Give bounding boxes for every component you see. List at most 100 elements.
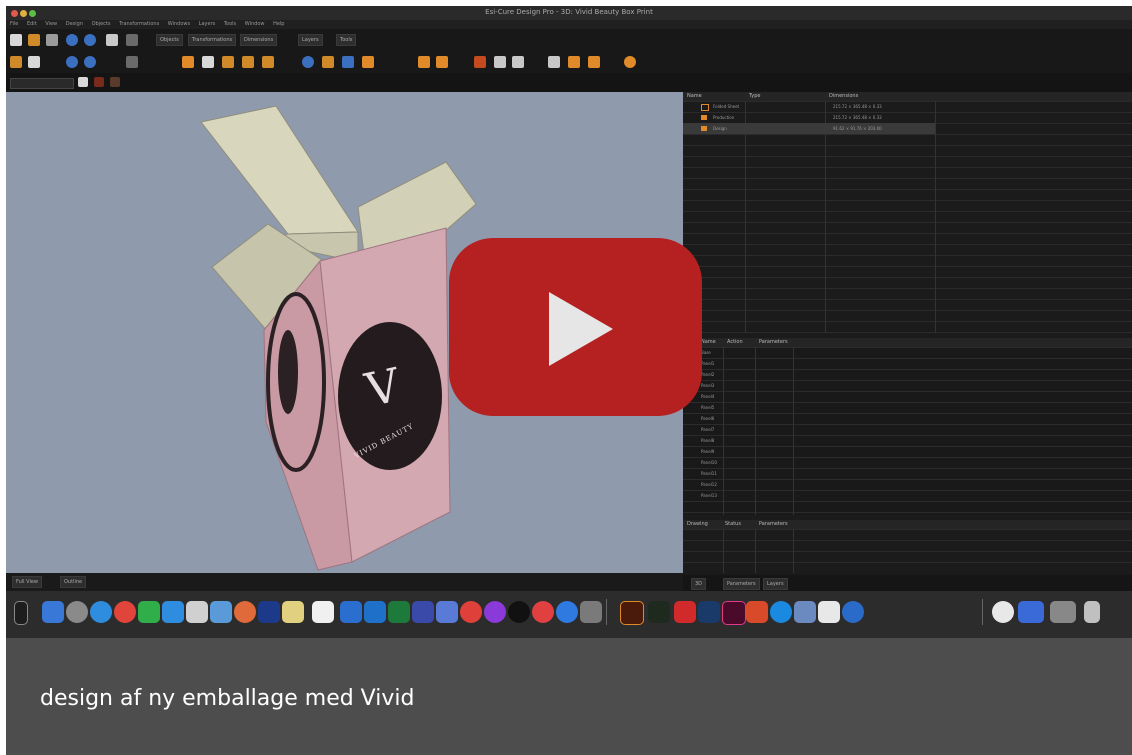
undo-icon[interactable] xyxy=(126,34,138,46)
col-name[interactable]: Name xyxy=(701,338,716,347)
step-back-icon[interactable] xyxy=(568,56,580,68)
menu-window[interactable]: Window xyxy=(245,21,265,27)
zoom2-icon[interactable] xyxy=(794,601,816,623)
col-type[interactable]: Type xyxy=(749,92,760,101)
facetime-icon[interactable] xyxy=(114,601,136,623)
menu-layers[interactable]: Layers xyxy=(199,21,216,27)
light-icon[interactable] xyxy=(624,56,636,68)
tab-parameters[interactable]: Parameters xyxy=(723,578,760,590)
list-item[interactable]: Panel1 xyxy=(701,361,714,366)
preview-icon[interactable] xyxy=(722,601,746,625)
tab-transformations[interactable]: Transformations xyxy=(188,34,237,46)
list-item[interactable]: Panel9 xyxy=(701,449,714,454)
zoom-window-icon[interactable] xyxy=(84,56,96,68)
stroke-swatch-icon[interactable] xyxy=(94,77,104,87)
menu-view[interactable]: View xyxy=(45,21,57,27)
maps-icon[interactable] xyxy=(162,601,184,623)
zoom-in-icon[interactable] xyxy=(66,34,78,46)
save-icon[interactable] xyxy=(46,34,58,46)
menu-edit[interactable]: Edit xyxy=(27,21,37,27)
video-thumbnail[interactable]: Esi-Cure Design Pro - 3D: Vivid Beauty B… xyxy=(6,6,1132,638)
menu-design[interactable]: Design xyxy=(66,21,83,27)
color-swatch-icon[interactable] xyxy=(78,77,88,87)
tab-layers[interactable]: Layers xyxy=(298,34,323,46)
appstore-icon[interactable] xyxy=(484,601,506,623)
finder-window-icon[interactable] xyxy=(1050,601,1076,623)
quicktime-icon[interactable] xyxy=(770,601,792,623)
col-parameters[interactable]: Parameters xyxy=(759,520,788,529)
measure-icon[interactable] xyxy=(242,56,254,68)
video-caption[interactable]: design af ny emballage med Vivid xyxy=(40,686,414,711)
list-item[interactable]: Panel13 xyxy=(701,493,717,498)
tab-objects[interactable]: Objects xyxy=(156,34,183,46)
trash-icon[interactable] xyxy=(1084,601,1100,623)
animation-icon[interactable] xyxy=(474,56,486,68)
open-folder-icon[interactable] xyxy=(28,34,40,46)
podcasts-icon[interactable] xyxy=(412,601,434,623)
tab-full-view[interactable]: Full View xyxy=(12,576,43,588)
rotate-icon[interactable] xyxy=(302,56,314,68)
menu-transformations[interactable]: Transformations xyxy=(119,21,159,27)
illustrator-icon[interactable] xyxy=(532,601,554,623)
col-parameters[interactable]: Parameters xyxy=(759,338,788,347)
menu-windows[interactable]: Windows xyxy=(168,21,190,27)
tab-layers-panel[interactable]: Layers xyxy=(763,578,788,590)
play-animation-icon[interactable] xyxy=(494,56,506,68)
calendar-icon[interactable] xyxy=(282,601,304,623)
terminal-icon[interactable] xyxy=(556,601,578,623)
menu-tools[interactable]: Tools xyxy=(224,21,236,27)
zoom-out-icon[interactable] xyxy=(66,56,78,68)
zoom-icon[interactable] xyxy=(746,601,768,623)
messages-icon[interactable] xyxy=(138,601,160,623)
list-item[interactable]: Panel7 xyxy=(701,427,714,432)
palette-icon[interactable] xyxy=(362,56,374,68)
rewind-icon[interactable] xyxy=(588,56,600,68)
photos-icon[interactable] xyxy=(186,601,208,623)
play-button[interactable] xyxy=(449,238,702,416)
teams-icon[interactable] xyxy=(364,601,386,623)
list-item[interactable]: Panel2 xyxy=(701,372,714,377)
powerpoint-icon[interactable] xyxy=(674,601,696,623)
list-item[interactable]: Panel12 xyxy=(701,482,717,487)
zoom-fit-icon[interactable] xyxy=(84,34,96,46)
cut-icon[interactable] xyxy=(10,56,22,68)
settings-icon[interactable] xyxy=(508,601,530,623)
list-item[interactable]: Panel4 xyxy=(701,394,714,399)
indesign-icon[interactable] xyxy=(648,601,670,623)
transform-icon[interactable] xyxy=(342,56,354,68)
safari-icon[interactable] xyxy=(66,601,88,623)
menu-objects[interactable]: Objects xyxy=(92,21,111,27)
list-item[interactable]: Panel3 xyxy=(701,383,714,388)
chrome-icon[interactable] xyxy=(90,601,112,623)
outlook-icon[interactable] xyxy=(312,601,334,623)
panel-icon[interactable] xyxy=(202,56,214,68)
redo-icon[interactable] xyxy=(126,56,138,68)
copy-icon[interactable] xyxy=(28,56,40,68)
tab-3d[interactable]: 3D xyxy=(691,578,707,590)
move-icon[interactable] xyxy=(322,56,334,68)
folder-icon[interactable] xyxy=(842,601,864,623)
list-item[interactable]: Panel11 xyxy=(701,471,717,476)
select-arrow-icon[interactable] xyxy=(106,34,118,46)
edge-icon[interactable] xyxy=(698,601,720,623)
table-row[interactable]: Production 215.72 × 365.48 × 0.33 xyxy=(683,112,935,123)
notes-icon[interactable] xyxy=(234,601,256,623)
zoom-app-icon[interactable] xyxy=(992,601,1014,623)
menu-file[interactable]: File xyxy=(10,21,18,27)
photoshop-icon[interactable] xyxy=(620,601,644,625)
excel-icon[interactable] xyxy=(340,601,362,623)
table-row-selected[interactable]: Design 91.62 × 91.76 × 203.00 xyxy=(683,123,935,134)
new-file-icon[interactable] xyxy=(10,34,22,46)
step-forward-icon[interactable] xyxy=(512,56,524,68)
keyboard-icon[interactable] xyxy=(818,601,840,623)
col-action[interactable]: Action xyxy=(727,338,743,347)
render-icon[interactable] xyxy=(418,56,430,68)
launchpad-icon[interactable] xyxy=(42,601,64,623)
col-dimensions[interactable]: Dimensions xyxy=(829,92,858,101)
tab-tools[interactable]: Tools xyxy=(336,34,357,46)
tv-icon[interactable] xyxy=(436,601,458,623)
col-drawing[interactable]: Drawing xyxy=(687,520,708,529)
list-item[interactable]: Panel10 xyxy=(701,460,717,465)
news-icon[interactable] xyxy=(460,601,482,623)
table-row[interactable]: Folded Sheet 215.72 × 365.48 × 0.33 xyxy=(683,101,935,112)
